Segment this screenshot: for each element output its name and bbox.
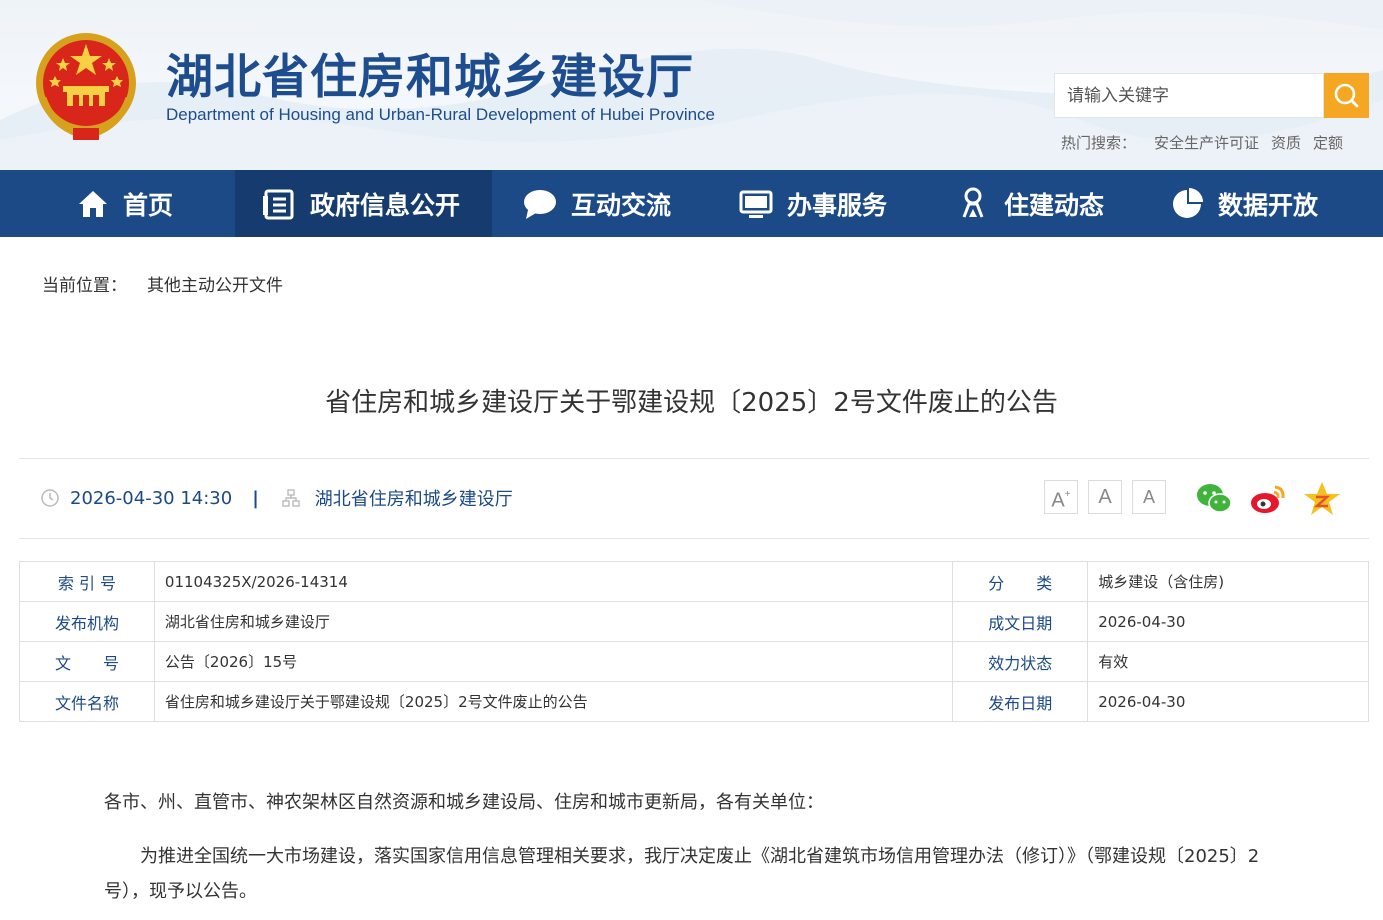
body-paragraph-line: 为推进全国统一大市场建设，落实国家信用信息管理相关要求，我厅决定废止《湖北省建筑… [140,846,1260,867]
document-list-icon [263,189,294,219]
clock-icon [41,489,59,507]
nav-item-open-data[interactable]: 数据开放 [1170,170,1318,237]
publish-source: 湖北省住房和城乡建设厅 [314,489,513,510]
info-key: 索 引 号 [19,561,155,602]
qzone-icon[interactable] [1303,480,1341,518]
home-icon [79,190,107,217]
body-paragraph-line: 号），现予以公告。 [104,881,257,902]
info-key: 效力状态 [952,641,1089,682]
hot-search-term[interactable]: 资质 [1271,134,1301,152]
search-icon [1334,83,1359,108]
body-salutation: 各市、州、直管市、神农架林区自然资源和城乡建设局、住房和城市更新局，各有关单位： [104,792,824,813]
table-row: 文件名称 省住房和城乡建设厅关于鄂建设规〔2025〕2号文件废止的公告 发布日期… [19,681,1369,722]
info-key: 成文日期 [952,601,1089,642]
nav-item-news[interactable]: 住建动态 [956,170,1104,237]
info-key: 发布日期 [952,681,1089,722]
person-pin-icon [962,187,984,218]
document-info-table: 索 引 号 01104325X/2026-14314 分 类 城乡建设（含住房)… [19,561,1369,722]
hot-search: 热门搜索： 安全生产许可证 资质 定额 [1061,132,1355,153]
weibo-icon[interactable] [1249,480,1287,518]
main-nav: 首页 政府信息公开 互动交流 办事服务 住建动态 数据开放 [0,170,1383,237]
nav-label: 首页 [123,190,174,220]
info-value: 2026-04-30 [1087,681,1369,722]
hot-search-term[interactable]: 安全生产许可证 [1154,134,1259,152]
national-emblem-logo [36,33,136,140]
search-button[interactable] [1324,73,1369,118]
nav-item-home[interactable]: 首页 [77,170,173,237]
hot-search-term[interactable]: 定额 [1313,134,1343,152]
font-size-large-label: A [1051,489,1065,512]
info-key: 文件名称 [19,681,155,722]
divider [19,458,1369,459]
nav-label: 住建动态 [1004,190,1105,220]
publish-datetime: 2026-04-30 14:30 [70,487,233,509]
site-title: 湖北省住房和城乡建设厅 [166,50,694,105]
table-row: 发布机构 湖北省住房和城乡建设厅 成文日期 2026-04-30 [19,601,1369,642]
font-size-large-mark: + [1064,489,1071,500]
info-value: 有效 [1087,641,1369,682]
article-title: 省住房和城乡建设厅关于鄂建设规〔2025〕2号文件废止的公告 [325,388,1058,418]
info-value: 2026-04-30 [1087,601,1369,642]
nav-label: 数据开放 [1218,190,1319,220]
nav-item-services[interactable]: 办事服务 [739,170,887,237]
nav-label: 政府信息公开 [310,190,461,220]
info-value: 城乡建设（含住房) [1087,561,1369,602]
breadcrumb: 当前位置： 其他主动公开文件 [42,271,283,296]
info-key: 发布机构 [19,601,155,642]
divider [19,538,1369,539]
font-size-small-label: A [1142,487,1155,507]
info-value: 公告〔2026〕15号 [153,641,954,682]
nav-item-interaction[interactable]: 互动交流 [523,170,671,237]
breadcrumb-label: 当前位置： [42,276,127,296]
nav-label: 互动交流 [571,190,672,220]
site-subtitle: Department of Housing and Urban-Rural De… [166,105,716,124]
info-value: 湖北省住房和城乡建设厅 [153,601,954,642]
info-value: 省住房和城乡建设厅关于鄂建设规〔2025〕2号文件废止的公告 [153,681,954,722]
info-value: 01104325X/2026-14314 [153,561,954,602]
monitor-icon [739,190,773,218]
table-row: 索 引 号 01104325X/2026-14314 分 类 城乡建设（含住房) [19,561,1369,602]
site-header: 湖北省住房和城乡建设厅 Department of Housing and Ur… [0,0,1383,170]
org-structure-icon [282,489,300,507]
table-row: 文 号 公告〔2026〕15号 效力状态 有效 [19,641,1369,682]
font-size-medium-button[interactable]: A [1088,480,1122,514]
wechat-icon[interactable] [1195,480,1233,518]
font-size-large-button[interactable]: A+ [1044,480,1078,514]
meta-separator: | [252,487,259,509]
info-key: 文 号 [19,641,155,682]
nav-item-gov-info[interactable]: 政府信息公开 [235,170,492,237]
pie-chart-icon [1173,187,1203,218]
article-meta: 2026-04-30 14:30 | 湖北省住房和城乡建设厅 [40,484,513,512]
breadcrumb-current[interactable]: 其他主动公开文件 [147,276,283,296]
font-size-small-button[interactable]: A [1132,480,1166,514]
chat-bubble-icon [524,189,556,219]
hot-search-label: 热门搜索： [1061,134,1137,152]
search-input[interactable] [1054,73,1324,118]
nav-label: 办事服务 [787,190,888,220]
font-size-medium-label: A [1098,486,1112,508]
info-key: 分 类 [952,561,1089,602]
